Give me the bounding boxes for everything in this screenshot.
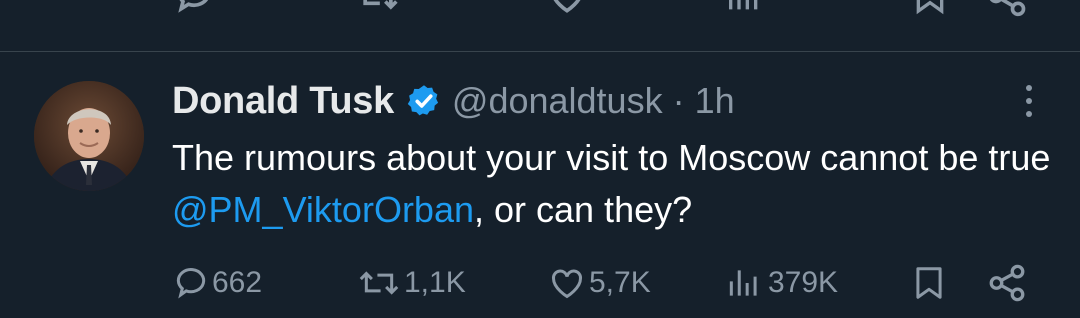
author-name[interactable]: Donald Tusk <box>172 80 394 123</box>
like-count: 5,7K <box>589 266 651 299</box>
repost-icon[interactable] <box>356 0 400 18</box>
tweet[interactable]: Donald Tusk @donaldtusk · 1h The rumours… <box>0 52 1080 318</box>
share-icon[interactable] <box>985 0 1029 18</box>
tweet-action-bar: 662 1,1K 5,7K 379K <box>0 258 1080 308</box>
tweet-text: The rumours about your visit to Moscow c… <box>172 132 1052 236</box>
reply-count: 662 <box>212 266 263 299</box>
share-icon <box>989 264 1025 302</box>
repost-button[interactable]: 1,1K <box>356 258 466 308</box>
views-icon[interactable] <box>724 0 764 18</box>
author-handle[interactable]: @donaldtusk <box>452 80 663 122</box>
reply-icon[interactable] <box>172 0 216 18</box>
views-icon <box>729 270 757 296</box>
like-icon <box>552 269 582 299</box>
reply-button[interactable]: 662 <box>172 258 262 308</box>
tweet-text-part: The rumours about your visit to Moscow c… <box>172 137 1051 178</box>
reply-icon <box>176 268 206 299</box>
like-icon[interactable] <box>545 0 589 18</box>
repost-icon <box>359 271 399 295</box>
share-button[interactable] <box>986 258 1028 308</box>
verified-badge-icon[interactable] <box>406 83 442 119</box>
mention-link[interactable]: @PM_ViktorOrban <box>172 189 474 230</box>
tweet-text-part: , or can they? <box>474 189 693 230</box>
separator-dot: · <box>672 80 685 121</box>
like-button[interactable]: 5,7K <box>547 258 651 308</box>
more-icon[interactable] <box>1022 85 1036 125</box>
view-count: 379K <box>768 266 839 299</box>
views-button[interactable]: 379K <box>724 258 838 308</box>
bookmark-icon <box>916 267 942 299</box>
avatar[interactable] <box>34 81 144 191</box>
bookmark-icon[interactable] <box>910 0 950 18</box>
tweet-header: Donald Tusk @donaldtusk · 1h <box>172 78 735 124</box>
timestamp[interactable]: 1h <box>695 80 735 122</box>
repost-count: 1,1K <box>404 266 466 299</box>
bookmark-button[interactable] <box>910 258 948 308</box>
previous-tweet-action-bar <box>0 0 1080 22</box>
